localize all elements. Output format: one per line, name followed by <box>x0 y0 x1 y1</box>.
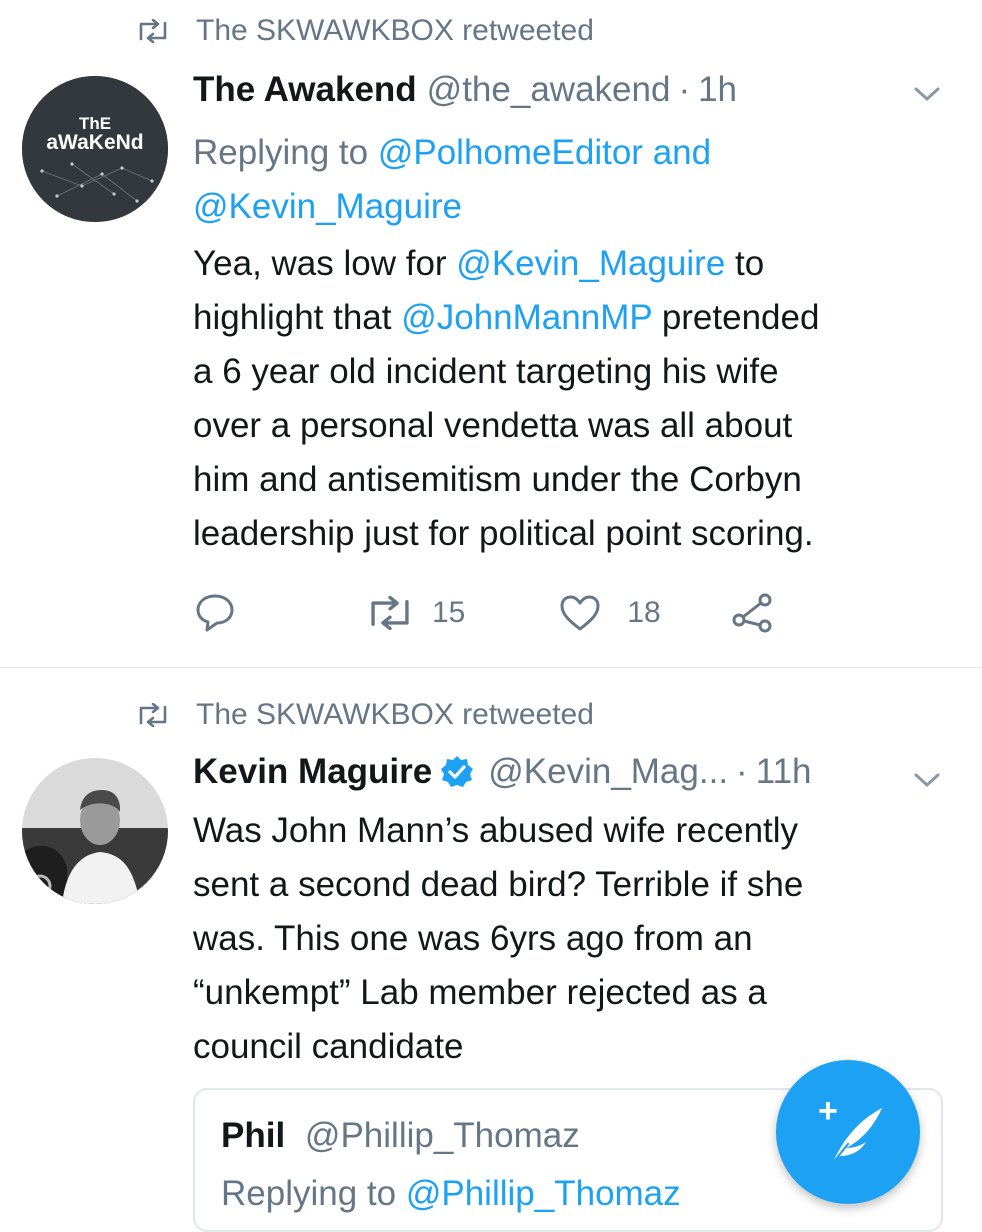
chevron-down-icon[interactable] <box>914 772 940 788</box>
quill-icon <box>830 1108 882 1166</box>
mention-link[interactable]: @Kevin_Maguire <box>456 244 725 283</box>
timestamp[interactable]: 1h <box>698 70 737 110</box>
retweet-icon <box>139 703 167 727</box>
user-handle[interactable]: @the_awakend <box>427 70 671 110</box>
display-name[interactable]: The Awakend <box>193 70 417 110</box>
separator: · <box>678 70 691 109</box>
tweet-text: Yea, was low for @Kevin_Maguire to highl… <box>193 244 820 553</box>
share-icon[interactable] <box>731 592 775 634</box>
mention-link[interactable]: @JohnMannMP <box>401 298 652 337</box>
tweet-actions: 15 18 <box>194 592 775 634</box>
display-name[interactable]: Kevin Maguire <box>193 752 432 792</box>
verified-badge-icon <box>441 756 474 787</box>
tweet-text: Was John Mann’s abused wife recently sen… <box>193 811 804 1066</box>
avatar[interactable] <box>22 758 168 904</box>
replying-and[interactable]: and <box>653 133 711 172</box>
avatar[interactable]: ThE aWaKeNd <box>22 76 168 222</box>
tweet-header: The Awakend @the_awakend · 1h <box>193 70 737 110</box>
retweet-context: The SKWAWKBOX retweeted <box>136 14 594 48</box>
replying-to: Replying to @PolhomeEditor and @Kevin_Ma… <box>193 133 712 226</box>
retweet-context: The SKWAWKBOX retweeted <box>136 698 594 732</box>
avatar-image <box>22 758 168 904</box>
avatar-image: ThE aWaKeNd <box>22 76 168 222</box>
retweet-icon <box>139 19 167 43</box>
mention-link[interactable]: @PolhomeEditor <box>378 133 643 172</box>
mention-link[interactable]: @Kevin_Maguire <box>193 187 462 226</box>
quoted-user-handle: @Phillip_Thomaz <box>304 1116 580 1155</box>
like-icon[interactable] <box>559 594 601 632</box>
quoted-display-name: Phil <box>221 1116 286 1155</box>
reply-icon[interactable] <box>194 592 236 634</box>
retweet-context-label: The SKWAWKBOX retweeted <box>196 698 594 731</box>
user-handle[interactable]: @Kevin_Mag... <box>488 752 728 792</box>
chevron-down-icon[interactable] <box>914 86 940 102</box>
separator: · <box>736 752 748 791</box>
mention-link[interactable]: @Phillip_Thomaz <box>406 1174 681 1213</box>
retweet-context-label: The SKWAWKBOX retweeted <box>196 14 594 47</box>
tweet[interactable]: The SKWAWKBOX retweeted ThE aWaKeNd The … <box>0 0 982 668</box>
timestamp[interactable]: 11h <box>756 752 812 792</box>
svg-text:aWaKeNd: aWaKeNd <box>46 131 143 154</box>
quoted-replying-prefix: Replying to <box>221 1174 397 1213</box>
retweet-count: 15 <box>432 596 466 629</box>
compose-tweet-button[interactable]: + <box>776 1060 920 1204</box>
like-count: 18 <box>627 596 661 629</box>
retweet-icon[interactable] <box>366 596 414 630</box>
tweet-header: Kevin Maguire @Kevin_Mag... · 11h <box>193 752 812 792</box>
